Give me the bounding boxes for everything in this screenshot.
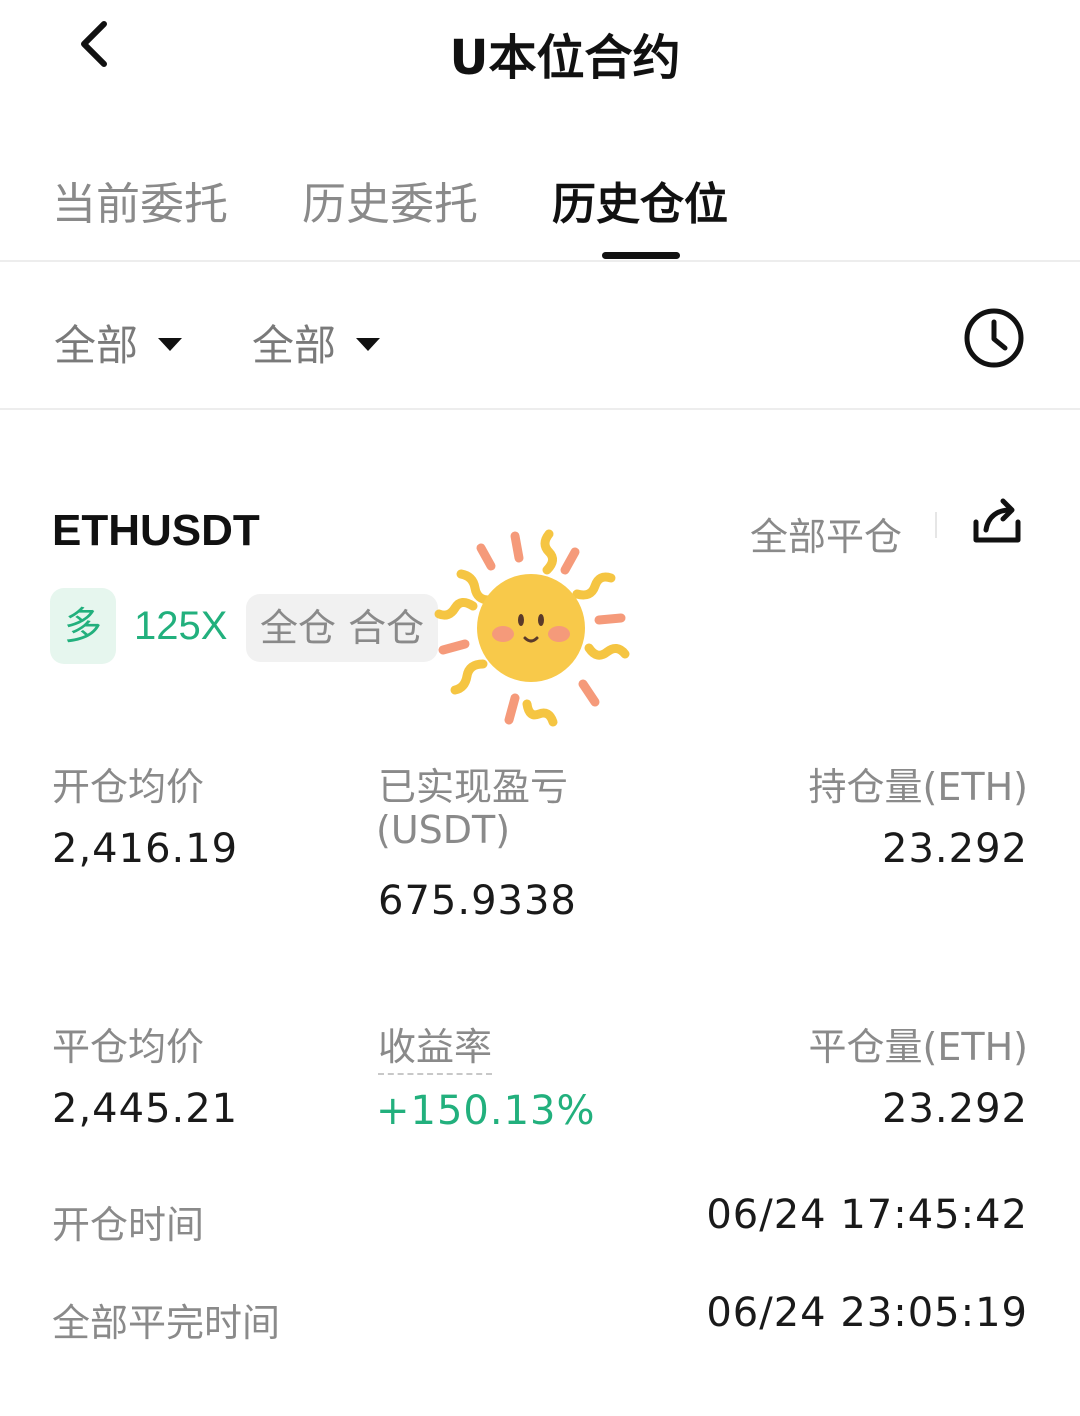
closed-qty-label: 平仓量(ETH) bbox=[808, 1025, 1028, 1069]
open-avg-price-label: 开仓均价 bbox=[52, 765, 205, 809]
share-button[interactable] bbox=[968, 492, 1026, 550]
filter-dropdown-symbol[interactable]: 全部 bbox=[54, 312, 183, 373]
position-symbol: ETHUSDT bbox=[52, 506, 260, 555]
tab-order-history[interactable]: 历史委托 bbox=[302, 168, 478, 232]
caret-down-icon bbox=[158, 338, 183, 351]
roi-label[interactable]: 收益率 bbox=[378, 1016, 493, 1075]
side-tag-long: 多 bbox=[50, 588, 116, 664]
filter-type-label: 全部 bbox=[252, 321, 337, 370]
holding-qty-value: 23.292 bbox=[882, 826, 1028, 872]
caret-down-icon bbox=[356, 338, 381, 351]
realized-pnl-value: 675.9338 bbox=[378, 878, 577, 924]
share-icon bbox=[973, 498, 1021, 543]
close-avg-price-label: 平仓均价 bbox=[52, 1025, 205, 1069]
filter-bar: 全部 全部 bbox=[0, 262, 1080, 410]
tab-position-history[interactable]: 历史仓位 bbox=[552, 168, 728, 232]
leverage-tag: 125X bbox=[134, 604, 228, 648]
tab-current-orders[interactable]: 当前委托 bbox=[52, 168, 228, 232]
active-tab-indicator bbox=[602, 252, 680, 259]
open-time-value: 06/24 17:45:42 bbox=[706, 1192, 1028, 1238]
history-filter-button[interactable] bbox=[962, 306, 1026, 370]
realized-pnl-unit: (USDT) bbox=[376, 808, 511, 852]
closed-qty-value: 23.292 bbox=[882, 1086, 1028, 1132]
close-time-label: 全部平完时间 bbox=[52, 1301, 281, 1345]
open-avg-price-value: 2,416.19 bbox=[52, 826, 239, 872]
close-all-button[interactable]: 全部平仓 bbox=[750, 506, 902, 561]
sun-sticker-icon bbox=[434, 529, 630, 727]
page-title: U本位合约 bbox=[449, 30, 681, 86]
margin-mode-tag: 全仓 合仓 bbox=[246, 594, 439, 662]
clock-icon bbox=[964, 308, 1024, 368]
divider bbox=[935, 512, 937, 538]
tab-bar: 当前委托 历史委托 历史仓位 bbox=[0, 150, 1080, 262]
roi-value: +150.13% bbox=[376, 1088, 596, 1134]
filter-symbol-label: 全部 bbox=[54, 321, 139, 370]
filter-dropdown-type[interactable]: 全部 bbox=[252, 312, 381, 373]
holding-qty-label: 持仓量(ETH) bbox=[808, 765, 1028, 809]
open-time-label: 开仓时间 bbox=[52, 1203, 205, 1247]
header-bar: U本位合约 bbox=[0, 0, 1080, 110]
close-time-value: 06/24 23:05:19 bbox=[706, 1290, 1028, 1336]
realized-pnl-label: 已实现盈亏 bbox=[378, 765, 569, 809]
close-avg-price-value: 2,445.21 bbox=[52, 1086, 239, 1132]
